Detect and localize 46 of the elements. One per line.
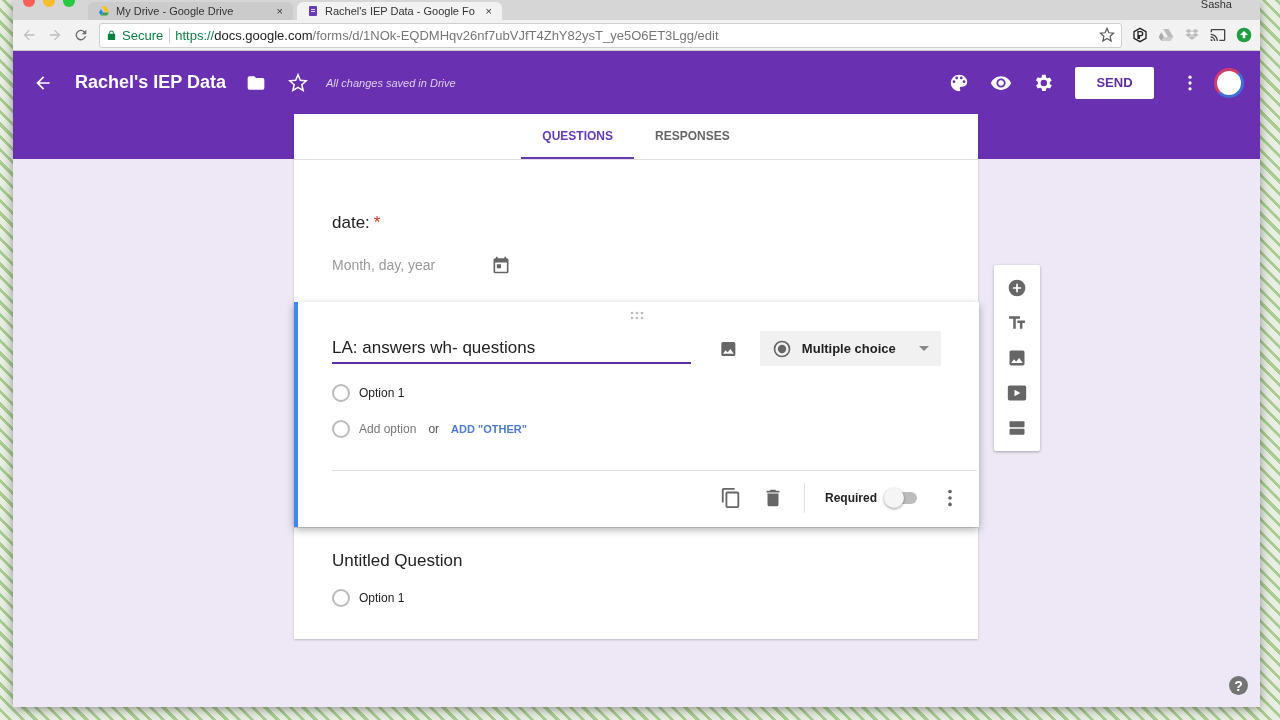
browser-tab[interactable]: My Drive - Google Drive × bbox=[88, 2, 293, 20]
tab-title: My Drive - Google Drive bbox=[116, 4, 234, 18]
add-question-icon[interactable] bbox=[1007, 278, 1027, 298]
video-icon[interactable] bbox=[1007, 383, 1027, 403]
help-button[interactable]: ? bbox=[1229, 676, 1248, 695]
send-button[interactable]: SEND bbox=[1075, 66, 1154, 99]
security-label: Secure bbox=[122, 27, 171, 43]
add-other-link[interactable]: ADD "OTHER" bbox=[451, 423, 527, 435]
question-title: date: * bbox=[332, 213, 382, 233]
drag-handle-icon bbox=[628, 310, 645, 321]
upload-icon[interactable] bbox=[1236, 27, 1252, 43]
circle-icon bbox=[332, 420, 350, 438]
profile-name[interactable]: Sasha bbox=[1200, 0, 1232, 10]
option-label[interactable]: Option 1 bbox=[359, 591, 405, 605]
radio-button[interactable] bbox=[332, 384, 350, 402]
add-option-link[interactable]: Add option bbox=[359, 422, 417, 436]
form-title[interactable]: Rachel's IEP Data bbox=[75, 72, 227, 93]
hexagon-extension-icon[interactable] bbox=[1132, 27, 1148, 43]
tab-title: Rachel's IEP Data - Google Fo bbox=[325, 4, 475, 18]
reload-icon[interactable] bbox=[73, 27, 89, 43]
drive-favicon-icon bbox=[98, 5, 110, 17]
tab[interactable]: RESPONSES bbox=[634, 114, 751, 159]
question-type-dropdown[interactable]: Multiple choice bbox=[759, 331, 941, 366]
forms-favicon-icon bbox=[307, 5, 319, 17]
image-icon[interactable] bbox=[1007, 348, 1027, 368]
copy-icon[interactable] bbox=[720, 487, 742, 509]
star-icon[interactable] bbox=[1099, 27, 1115, 43]
caret-icon bbox=[919, 346, 929, 351]
radio-button-icon bbox=[771, 338, 792, 359]
close-icon[interactable]: × bbox=[485, 4, 492, 18]
tab[interactable]: QUESTIONS bbox=[521, 114, 634, 159]
lock-icon bbox=[106, 29, 117, 41]
option-label[interactable]: Option 1 bbox=[359, 386, 405, 400]
radio-button[interactable] bbox=[332, 589, 350, 607]
address-bar[interactable]: Secure https://docs.google.com/forms/d/1NOk-EQDMHqv26nf7ubVJfT4ZhY82ysT_ye5O6ET3Lgg/edit bbox=[99, 22, 1122, 48]
required-label: Required bbox=[825, 491, 877, 505]
url-text: https://docs.google.com/forms/d/1NOk-EQDMHqv26nf7ubVJfT4ZhY82ysT_ye5O6ET3Lgg/edit bbox=[175, 27, 719, 43]
browser-tab[interactable]: Rachel's IEP Data - Google Fo × bbox=[297, 2, 502, 20]
close-icon[interactable]: × bbox=[276, 4, 283, 18]
question-title: Untitled Question bbox=[332, 551, 464, 571]
section-icon[interactable] bbox=[1007, 418, 1027, 438]
or-label: or bbox=[428, 422, 440, 436]
cast-icon[interactable] bbox=[1210, 27, 1226, 43]
avatar[interactable] bbox=[1214, 67, 1244, 98]
calendar-icon[interactable] bbox=[491, 255, 512, 275]
save-status: All changes saved in Drive bbox=[326, 76, 456, 89]
